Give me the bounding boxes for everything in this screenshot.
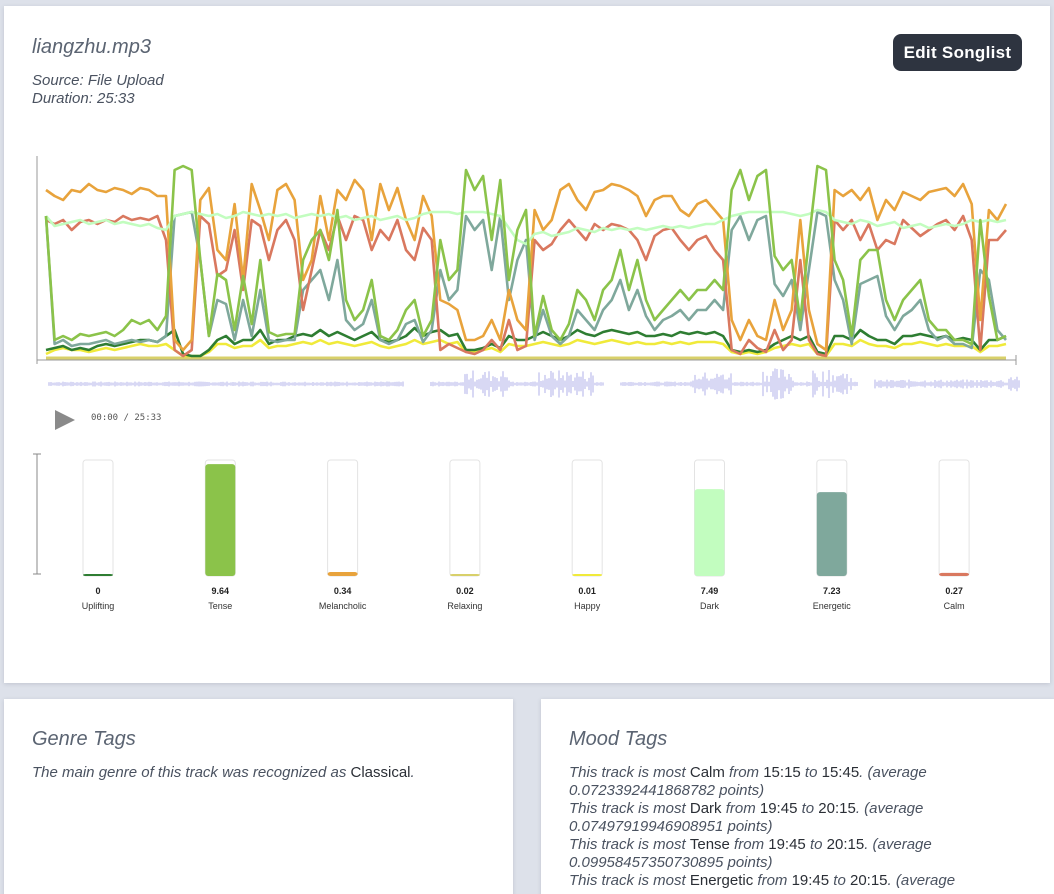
play-button[interactable] [53,408,77,432]
genre-name: Classical [350,764,411,781]
mood-bar-value: 7.49 [700,586,719,596]
total-time: 25:33 [134,413,162,423]
mood-tags-text: This track is most Calm from 15:15 to 15… [569,764,1009,890]
mood-bar-label: Happy [574,601,601,611]
mood-bar-value: 9.64 [211,586,230,596]
mood-bar-value: 0.34 [333,586,352,596]
mood-line-to: 20:15 [826,836,865,853]
mood-timeline-chart[interactable] [4,146,1044,406]
mood-line-mid1: from [753,872,792,889]
mood-bar-value: 0.27 [945,586,963,596]
mood-bar-value: 0.01 [578,586,596,596]
mood-bar-track [327,459,359,577]
genre-text-before: The main genre of this track was recogni… [32,764,351,781]
mood-bar-track [938,459,970,577]
mood-line-pre: This track is most [569,800,690,817]
series-line-melancholic [45,178,1008,352]
mood-line-mood: Dark [689,800,722,817]
mood-line-pre: This track is most [569,764,690,781]
mood-bar-label: Relaxing [447,601,483,611]
mood-line-to: 15:45 [821,764,860,781]
mood-bar-tense [205,464,236,576]
mood-line-from: 15:15 [763,764,801,781]
mood-line-from: 19:45 [768,836,806,853]
mood-bar-calm [939,572,970,576]
mood-line-mood: Calm [689,764,725,781]
edit-songlist-button[interactable]: Edit Songlist [893,34,1022,71]
mood-line-pre: This track is most [569,872,690,889]
mood-line-mood: Energetic [689,872,754,889]
mood-tag-line: This track is most Dark from 19:45 to 20… [569,800,1009,836]
mood-bar-value: 0.02 [456,586,474,596]
mood-bar-track [82,459,114,577]
mood-bar-melancholic [327,572,358,576]
play-icon [55,410,75,430]
genre-tags-card: Genre Tags The main genre of this track … [4,699,513,894]
mood-bar-energetic [816,492,847,576]
mood-line-to: 20:15 [849,872,888,889]
track-source: Source: File Upload [32,72,164,89]
mood-bar-relaxing [449,574,480,576]
mood-line-pre: This track is most [569,836,690,853]
mood-line-from: 19:45 [791,872,830,889]
mood-bar-label: Energetic [812,601,851,611]
mood-line-mid2: to [829,872,850,889]
track-title: liangzhu.mp3 [32,36,151,58]
genre-tags-text: The main genre of this track was recogni… [32,764,472,782]
mood-bar-happy [572,574,603,576]
series-line-calm [45,214,1007,358]
waveform[interactable] [48,368,1020,400]
track-analysis-card: liangzhu.mp3 Source: File Upload Duratio… [4,6,1050,683]
mood-tag-line: This track is most Energetic from 19:45 … [569,872,1009,890]
mood-tag-line: This track is most Tense from 19:45 to 2… [569,836,1009,872]
mood-tags-title: Mood Tags [569,728,668,750]
mood-bar-label: Dark [699,601,719,611]
track-duration: Duration: 25:33 [32,90,135,107]
mood-line-mood: Tense [689,836,730,853]
mood-tags-card: Mood Tags This track is most Calm from 1… [541,699,1054,894]
mood-line-post: . (average [887,872,956,889]
mood-bar-value: 0 [95,586,101,596]
mood-bars [82,459,970,577]
mood-line-mid2: to [797,800,819,817]
mood-bar-track [571,459,603,577]
mood-bar-label: Calm [943,601,965,611]
mood-line-from: 19:45 [759,800,798,817]
mood-bar-label: Tense [208,601,233,611]
genre-text-after: . [410,764,415,781]
mood-bar-uplifting [83,574,113,576]
mood-line-mid1: from [721,800,760,817]
mood-bar-dark [694,489,725,576]
mood-tag-line: This track is most Calm from 15:15 to 15… [569,764,1009,800]
mood-line-mid1: from [724,764,764,781]
time-separator: / [118,413,135,423]
mood-bar-value: 7.23 [823,586,841,596]
current-time: 00:00 [91,413,119,423]
genre-tags-title: Genre Tags [32,728,136,750]
mood-bar-label: Uplifting [81,601,115,611]
mood-line-to: 20:15 [818,800,856,817]
mood-line-mid1: from [729,836,769,853]
time-readout: 00:00 / 25:33 [91,413,161,423]
mood-bar-label: Melancholic [318,601,367,611]
mood-series-lines [44,164,1008,360]
mood-line-mid2: to [800,764,822,781]
mood-bars-chart [33,453,970,577]
mood-bar-track [449,459,481,577]
mood-line-mid2: to [805,836,827,853]
